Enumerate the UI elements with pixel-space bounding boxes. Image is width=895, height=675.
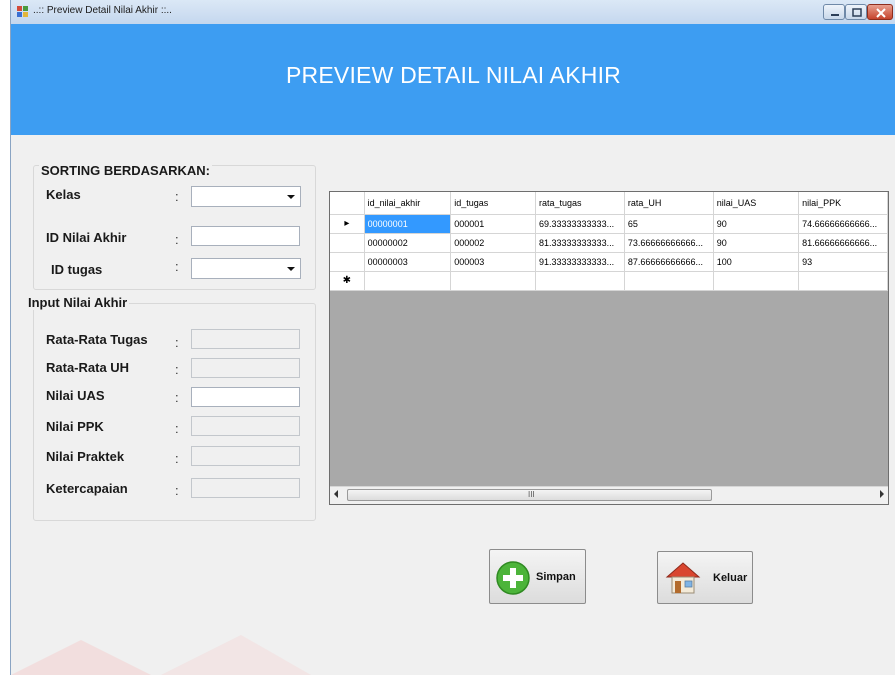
current-row-indicator: ▸	[330, 214, 365, 234]
nilai-uas-field[interactable]	[191, 387, 300, 407]
home-icon	[665, 562, 701, 594]
keluar-button[interactable]: Keluar	[657, 551, 753, 604]
data-grid[interactable]: id_nilai_akhir id_tugas rata_tugas rata_…	[329, 191, 889, 505]
column-header[interactable]: nilai_UAS	[713, 192, 800, 215]
colon-separator: :	[175, 335, 179, 350]
colon-separator: :	[175, 390, 179, 405]
colon-separator: :	[175, 232, 179, 247]
table-cell[interactable]: 00000001	[364, 214, 452, 234]
table-cell[interactable]	[798, 271, 888, 291]
id-tugas-label: ID tugas	[51, 262, 103, 277]
table-row[interactable]: ▸ 00000001 000001 69.33333333333... 65 9…	[330, 214, 888, 234]
window-title: ..:: Preview Detail Nilai Akhir ::..	[33, 5, 172, 16]
chevron-down-icon	[287, 195, 295, 199]
table-cell[interactable]: 74.66666666666...	[798, 214, 888, 234]
scroll-left-icon[interactable]	[334, 490, 338, 498]
minimize-icon	[831, 14, 839, 16]
table-cell[interactable]	[535, 271, 625, 291]
scrollbar-grip: III	[528, 490, 535, 499]
app-icon	[17, 6, 28, 17]
maximize-button[interactable]	[845, 4, 867, 20]
table-cell[interactable]: 000003	[450, 252, 536, 272]
table-row[interactable]: 00000003 000003 91.33333333333... 87.666…	[330, 252, 888, 272]
colon-separator: :	[175, 189, 179, 204]
table-cell[interactable]: 87.66666666666...	[624, 252, 714, 272]
table-cell[interactable]: 81.33333333333...	[535, 233, 625, 253]
column-header[interactable]: id_tugas	[450, 192, 536, 215]
column-header[interactable]: id_nilai_akhir	[364, 192, 452, 215]
nilai-ppk-field[interactable]	[191, 416, 300, 436]
rata-tugas-field[interactable]	[191, 329, 300, 349]
row-header	[330, 252, 365, 272]
ketercapaian-field[interactable]	[191, 478, 300, 498]
header-banner: PREVIEW DETAIL NILAI AKHIR	[11, 24, 895, 135]
new-row[interactable]: ✱	[330, 271, 888, 291]
colon-separator: :	[175, 421, 179, 436]
keluar-button-label: Keluar	[713, 572, 748, 584]
table-cell[interactable]: 90	[713, 214, 800, 234]
table-cell[interactable]: 91.33333333333...	[535, 252, 625, 272]
id-nilai-akhir-field[interactable]	[191, 226, 300, 246]
simpan-button[interactable]: Simpan	[489, 549, 586, 604]
table-row[interactable]: 00000002 000002 81.33333333333... 73.666…	[330, 233, 888, 253]
column-header[interactable]: rata_tugas	[535, 192, 625, 215]
table-cell[interactable]: 00000002	[364, 233, 452, 253]
table-cell[interactable]: 69.33333333333...	[535, 214, 625, 234]
nilai-praktek-label: Nilai Praktek	[46, 449, 125, 464]
kelas-dropdown[interactable]	[191, 186, 301, 207]
title-bar[interactable]: ..:: Preview Detail Nilai Akhir ::..	[11, 0, 895, 25]
rata-tugas-label: Rata-Rata Tugas	[46, 332, 148, 347]
plus-icon	[496, 561, 530, 595]
kelas-label: Kelas	[46, 187, 81, 202]
table-cell[interactable]: 00000003	[364, 252, 452, 272]
data-grid-table: id_nilai_akhir id_tugas rata_tugas rata_…	[330, 192, 888, 291]
table-cell[interactable]: 93	[798, 252, 888, 272]
colon-separator: :	[175, 483, 179, 498]
maximize-icon	[852, 8, 862, 17]
background-watermark	[11, 635, 311, 675]
row-header-corner	[330, 192, 365, 215]
nilai-uas-label: Nilai UAS	[46, 388, 105, 403]
scrollbar-thumb[interactable]: III	[347, 489, 712, 501]
new-row-icon: ✱	[330, 271, 365, 291]
app-window: ..:: Preview Detail Nilai Akhir ::.. PRE…	[10, 0, 895, 675]
table-cell[interactable]: 000001	[450, 214, 536, 234]
table-cell[interactable]: 73.66666666666...	[624, 233, 714, 253]
input-group-title: Input Nilai Akhir	[26, 295, 130, 310]
table-cell[interactable]	[713, 271, 800, 291]
id-tugas-dropdown[interactable]	[191, 258, 301, 279]
close-icon	[876, 8, 886, 18]
column-header[interactable]: rata_UH	[624, 192, 714, 215]
ketercapaian-label: Ketercapaian	[46, 481, 128, 496]
scroll-right-icon[interactable]	[880, 490, 884, 498]
simpan-button-label: Simpan	[536, 571, 576, 583]
table-cell[interactable]: 000002	[450, 233, 536, 253]
colon-separator: :	[175, 451, 179, 466]
rata-uh-field[interactable]	[191, 358, 300, 378]
table-cell[interactable]: 65	[624, 214, 714, 234]
chevron-down-icon	[287, 267, 295, 271]
nilai-praktek-field[interactable]	[191, 446, 300, 466]
colon-separator: :	[175, 259, 179, 274]
close-button[interactable]	[867, 4, 893, 20]
table-cell[interactable]	[624, 271, 714, 291]
sorting-group-title: SORTING BERDASARKAN:	[39, 163, 212, 178]
table-cell[interactable]	[450, 271, 536, 291]
grid-header-row: id_nilai_akhir id_tugas rata_tugas rata_…	[330, 192, 888, 215]
table-cell[interactable]: 100	[713, 252, 800, 272]
row-header	[330, 233, 365, 253]
horizontal-scrollbar[interactable]: III	[330, 486, 888, 504]
table-cell[interactable]: 81.66666666666...	[798, 233, 888, 253]
minimize-button[interactable]	[823, 4, 845, 20]
colon-separator: :	[175, 362, 179, 377]
page-title: PREVIEW DETAIL NILAI AKHIR	[286, 62, 621, 88]
nilai-ppk-label: Nilai PPK	[46, 419, 104, 434]
table-cell[interactable]	[364, 271, 452, 291]
rata-uh-label: Rata-Rata UH	[46, 360, 130, 375]
column-header[interactable]: nilai_PPK	[798, 192, 888, 215]
table-cell[interactable]: 90	[713, 233, 800, 253]
id-nilai-akhir-label: ID Nilai Akhir	[46, 230, 127, 245]
